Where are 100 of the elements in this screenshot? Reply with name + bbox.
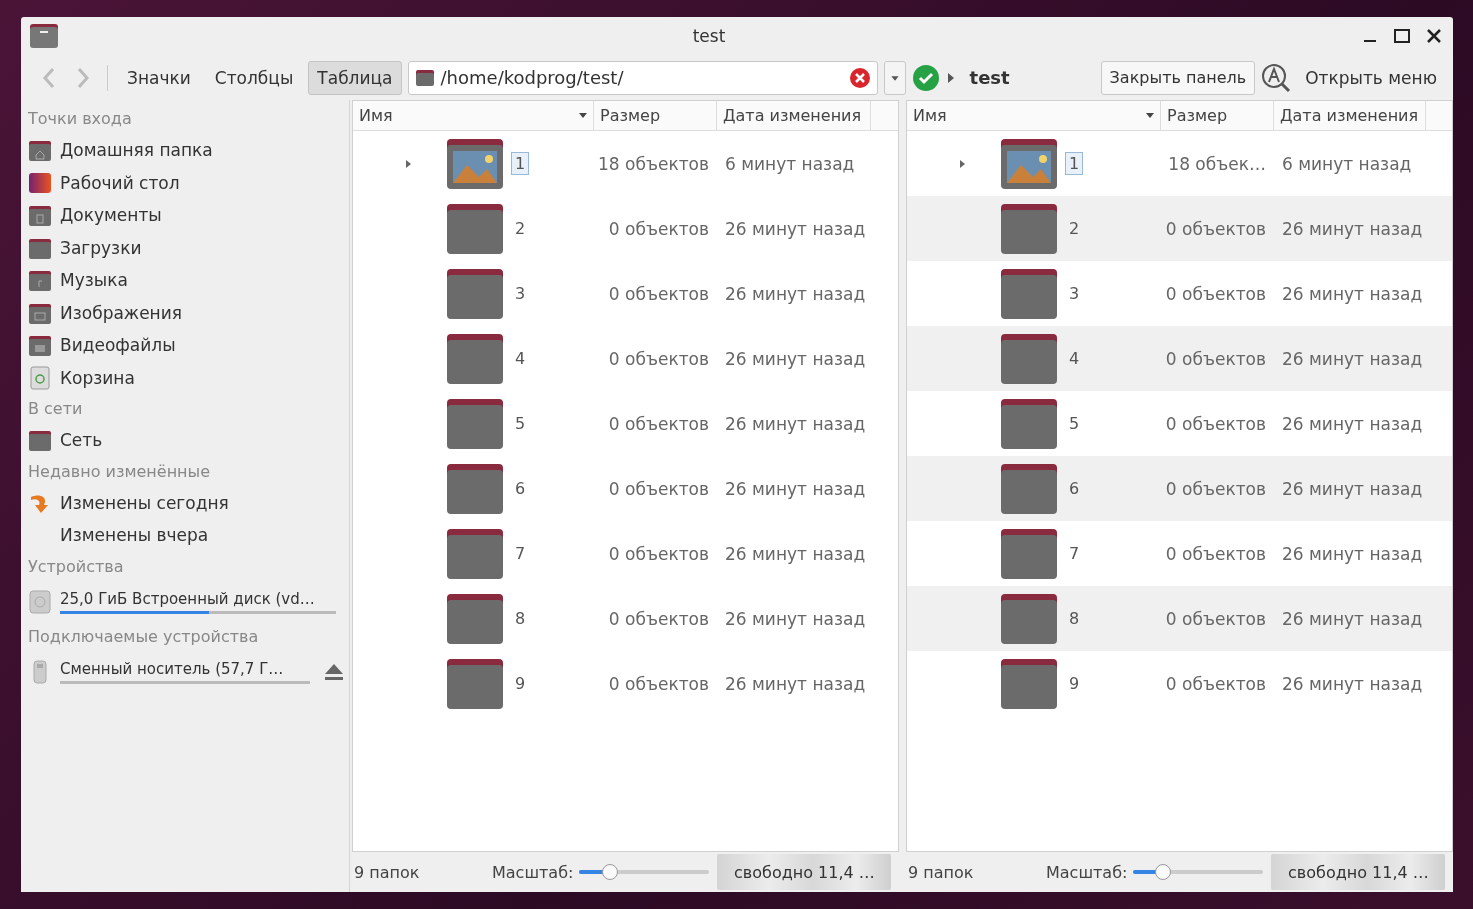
item-count: 9 папок xyxy=(907,862,975,882)
column-header[interactable]: Размер xyxy=(1161,101,1274,130)
table-cell-text: 0 объектов xyxy=(1164,413,1267,434)
table-cell-text: 0 объектов xyxy=(1164,543,1267,564)
file-name[interactable]: 6 xyxy=(511,477,530,500)
file-name[interactable]: 5 xyxy=(1065,412,1084,435)
open-menu-link[interactable]: Открыть меню xyxy=(1297,67,1445,88)
sidebar-item[interactable]: Загрузки xyxy=(60,237,142,258)
file-name[interactable]: 8 xyxy=(1065,607,1084,630)
table-cell-text: 0 объектов xyxy=(607,218,710,239)
folder-icon xyxy=(999,461,1059,516)
image-folder-icon xyxy=(999,136,1059,191)
image-folder-icon xyxy=(445,136,505,191)
sort-arrow-icon[interactable] xyxy=(1146,113,1154,118)
free-space-button[interactable]: свободно 11,4 … xyxy=(717,854,892,890)
file-name[interactable]: 7 xyxy=(511,542,530,565)
zoom-label: Масштаб: xyxy=(492,862,574,882)
file-name[interactable]: 7 xyxy=(1065,542,1084,565)
location-field[interactable]: /home/kodprog/test/ xyxy=(407,60,878,95)
sidebar-item[interactable]: Домашняя папка xyxy=(60,140,213,161)
table-cell-text: 26 минут назад xyxy=(724,218,867,239)
window-title: test xyxy=(691,26,727,46)
table-cell-text: 6 минут назад xyxy=(1281,153,1413,174)
sidebar-item[interactable]: Документы xyxy=(60,205,162,226)
free-space-button[interactable]: свободно 11,4 … xyxy=(1271,854,1446,890)
zoom-slider[interactable] xyxy=(1133,862,1264,882)
clear-icon[interactable] xyxy=(848,66,871,89)
zoom-label: Масштаб: xyxy=(1046,862,1128,882)
sidebar-item[interactable]: Рабочий стол xyxy=(60,172,180,193)
table-cell-text: 26 минут назад xyxy=(724,478,867,499)
file-name[interactable]: 4 xyxy=(1065,347,1084,370)
sidebar-item[interactable]: Музыка xyxy=(60,270,128,291)
sidebar-item[interactable]: Изменены вчера xyxy=(60,525,209,546)
file-name[interactable]: 5 xyxy=(511,412,530,435)
file-name[interactable]: 4 xyxy=(511,347,530,370)
file-name[interactable]: 9 xyxy=(511,672,530,695)
table-cell-text: 26 минут назад xyxy=(1281,543,1424,564)
table-cell-text: 26 минут назад xyxy=(1281,478,1424,499)
folder-icon xyxy=(999,266,1059,321)
zoom-slider[interactable] xyxy=(579,862,710,882)
folder-icon xyxy=(29,23,59,49)
table-cell-text: 0 объектов xyxy=(607,283,710,304)
file-name[interactable]: 2 xyxy=(1065,217,1084,240)
file-name[interactable]: 3 xyxy=(1065,282,1084,305)
videos-folder-icon xyxy=(28,333,52,358)
close-panel-button[interactable]: Закрыть панель xyxy=(1100,60,1256,95)
column-header[interactable]: Дата изменения xyxy=(1274,101,1426,130)
table-cell-text: 26 минут назад xyxy=(724,348,867,369)
folder-icon xyxy=(445,331,505,386)
folder-icon xyxy=(999,331,1059,386)
section-header: Точки входа xyxy=(28,108,133,130)
table-cell-text: 0 объектов xyxy=(607,413,710,434)
column-header[interactable]: Имя xyxy=(353,101,594,130)
file-name[interactable]: 1 xyxy=(1065,152,1084,175)
table-cell-text: 26 минут назад xyxy=(724,413,867,434)
sidebar-item[interactable]: Изображения xyxy=(60,302,182,323)
table-cell-text: 26 минут назад xyxy=(1281,283,1424,304)
view-mode-button[interactable]: Таблица xyxy=(308,60,402,95)
file-name[interactable]: 3 xyxy=(511,282,530,305)
folder-icon xyxy=(999,201,1059,256)
checkmark-icon[interactable] xyxy=(911,63,940,92)
table-cell-text: 0 объектов xyxy=(607,348,710,369)
file-name[interactable]: 1 xyxy=(511,152,530,175)
table-cell-text: 0 объектов xyxy=(1164,478,1267,499)
column-header[interactable]: Размер xyxy=(594,101,717,130)
expander-arrow-icon[interactable] xyxy=(957,158,967,169)
sort-arrow-icon[interactable] xyxy=(579,113,587,118)
folder-icon xyxy=(999,591,1059,646)
sidebar-item[interactable]: Сменный носитель (57,7 Г… xyxy=(60,659,284,679)
file-name[interactable]: 6 xyxy=(1065,477,1084,500)
table-cell-text: 0 объектов xyxy=(607,673,710,694)
table-cell-text: 0 объектов xyxy=(1164,218,1267,239)
table-cell-text: 26 минут назад xyxy=(1281,608,1424,629)
sidebar-item[interactable]: 25,0 ГиБ Встроенный диск (vd… xyxy=(60,589,315,609)
table-cell-text: 0 объектов xyxy=(607,608,710,629)
view-mode-button[interactable]: Столбцы xyxy=(205,60,303,95)
table-cell-text: 26 минут назад xyxy=(724,283,867,304)
section-header: Недавно изменённые xyxy=(28,460,212,483)
file-name[interactable]: 9 xyxy=(1065,672,1084,695)
sidebar-item[interactable]: Сеть xyxy=(60,430,103,451)
column-header[interactable]: Имя xyxy=(907,101,1161,130)
folder-icon xyxy=(445,396,505,451)
sidebar-item[interactable]: Изменены сегодня xyxy=(60,492,229,513)
sidebar-item[interactable]: Видеофайлы xyxy=(60,335,176,356)
table-cell-text: 0 объектов xyxy=(1164,673,1267,694)
table-cell-text: 18 объек… xyxy=(1167,153,1267,174)
file-name[interactable]: 2 xyxy=(511,217,530,240)
file-name[interactable]: 8 xyxy=(511,607,530,630)
view-mode-button[interactable]: Значки xyxy=(118,60,200,95)
expander-arrow-icon[interactable] xyxy=(403,158,413,169)
column-header[interactable]: Дата изменения xyxy=(717,101,871,130)
folder-icon xyxy=(445,461,505,516)
search-icon[interactable] xyxy=(1261,62,1292,93)
table-cell-text: 26 минут назад xyxy=(724,673,867,694)
breadcrumb[interactable]: test xyxy=(969,67,1010,88)
folder-icon xyxy=(28,428,52,453)
folder-icon xyxy=(999,656,1059,711)
folder-icon xyxy=(999,396,1059,451)
eject-icon[interactable] xyxy=(324,662,344,681)
sidebar-item[interactable]: Корзина xyxy=(60,367,135,388)
